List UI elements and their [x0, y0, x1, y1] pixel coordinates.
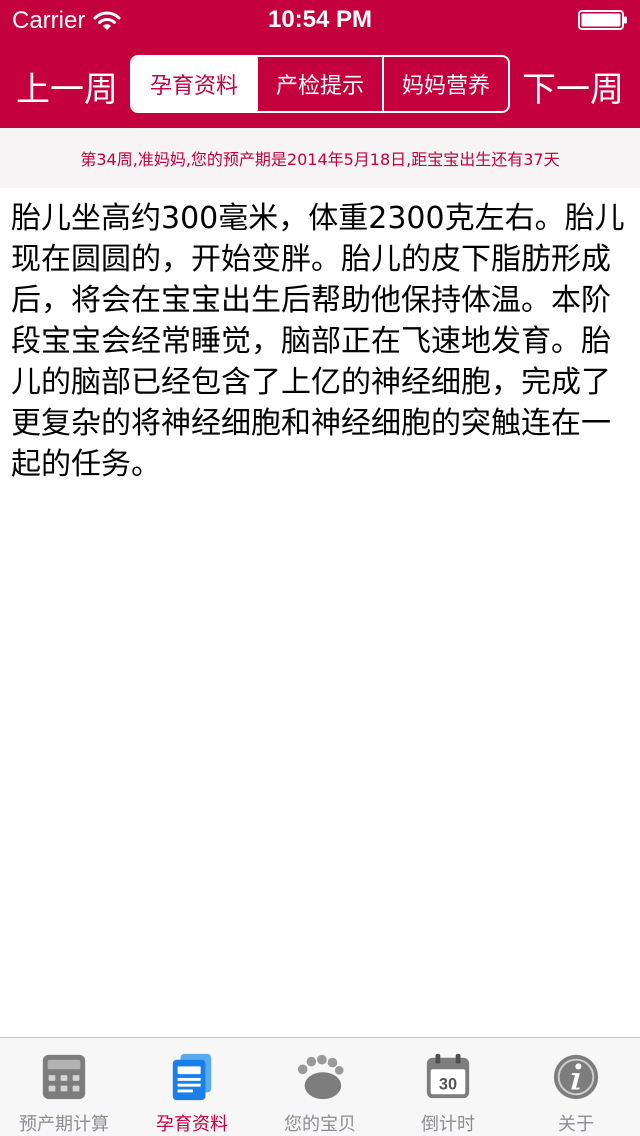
prev-week-button[interactable]: 上一周 — [16, 62, 118, 111]
segment-checkup-tips[interactable]: 产检提示 — [256, 57, 382, 111]
tab-about[interactable]: 关于 — [512, 1038, 640, 1136]
calculator-icon — [42, 1054, 86, 1100]
tab-countdown[interactable]: 30 倒计时 — [384, 1038, 512, 1136]
status-time: 10:54 PM — [267, 6, 373, 33]
nav-bar: 上一周 孕育资料 产检提示 妈妈营养 下一周 — [0, 40, 640, 128]
next-week-button[interactable]: 下一周 — [522, 62, 624, 111]
tab-label: 预产期计算 — [19, 1114, 109, 1135]
segment-pregnancy-info[interactable]: 孕育资料 — [132, 57, 256, 111]
tab-label: 孕育资料 — [156, 1114, 228, 1135]
document-icon — [172, 1053, 212, 1101]
tab-due-date-calculator[interactable]: 预产期计算 — [0, 1038, 128, 1136]
header: Carrier 10:54 PM 上一周 孕育资料 产检提示 妈妈营养 下一周 — [0, 0, 640, 128]
tab-your-baby[interactable]: 您的宝贝 — [256, 1038, 384, 1136]
segmented-control: 孕育资料 产检提示 妈妈营养 — [130, 55, 510, 113]
tab-label: 倒计时 — [421, 1114, 475, 1135]
article-text: 胎儿坐高约300毫米，体重2300克左右。胎儿现在圆圆的，开始变胖。胎儿的皮下脂… — [11, 201, 625, 482]
info-icon — [553, 1054, 599, 1100]
tab-bar: 预产期计算 孕育资料 您的宝贝 30 倒计时 关于 — [0, 1037, 640, 1136]
segment-mom-nutrition[interactable]: 妈妈营养 — [382, 57, 508, 111]
status-bar: Carrier 10:54 PM — [0, 0, 640, 40]
battery-icon — [578, 10, 627, 30]
calendar-day-number: 30 — [439, 1076, 457, 1094]
baby-foot-icon — [297, 1054, 344, 1100]
tab-label: 关于 — [558, 1114, 594, 1135]
due-date-banner: 第34周,准妈妈,您的预产期是2014年5月18日,距宝宝出生还有37天 — [0, 128, 640, 188]
calendar-icon: 30 — [426, 1053, 470, 1099]
due-date-text: 第34周,准妈妈,您的预产期是2014年5月18日,距宝宝出生还有37天 — [80, 150, 560, 169]
tab-label: 您的宝贝 — [284, 1114, 356, 1135]
tab-pregnancy-info[interactable]: 孕育资料 — [128, 1038, 256, 1136]
